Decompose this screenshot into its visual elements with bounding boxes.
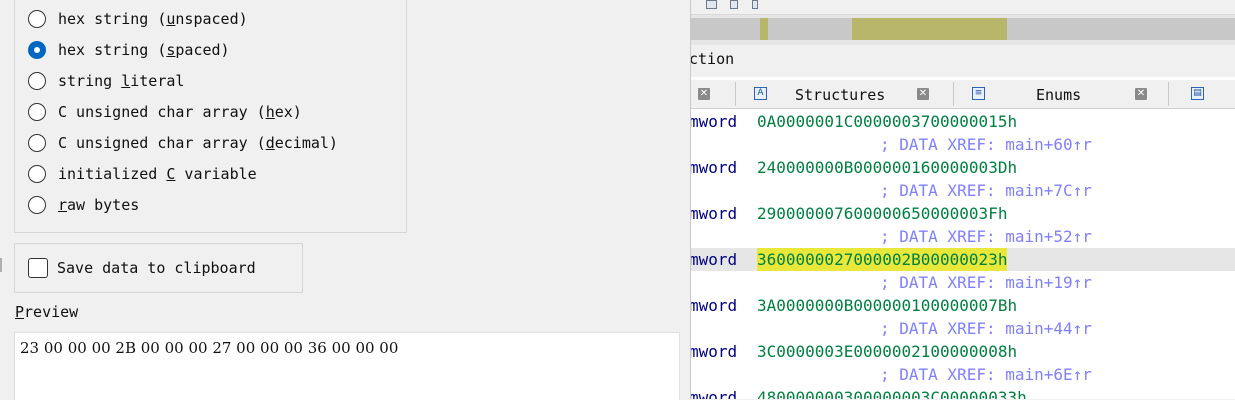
directive-keyword: mword (690, 250, 738, 269)
data-definition-row[interactable]: mword 3600000027000002B00000023h (690, 248, 1235, 271)
radio-button[interactable] (28, 10, 46, 28)
radio-button[interactable] (28, 134, 46, 152)
format-option-label[interactable]: hex string (unspaced) (58, 10, 248, 28)
tab-divider (1168, 82, 1169, 106)
preview-title: Preview (15, 303, 78, 321)
data-value[interactable]: 3600000027000002B00000023h (757, 248, 1008, 271)
radio-button[interactable] (28, 72, 46, 90)
directive-keyword: mword (690, 342, 738, 361)
xref-comment-row[interactable]: ; DATA XREF: main+44↑r (690, 317, 1235, 340)
xref-comment[interactable]: ; DATA XREF: main+19↑r (880, 271, 1092, 294)
close-icon[interactable]: ✕ (917, 88, 929, 100)
preview-box[interactable]: 23 00 00 00 2B 00 00 00 27 00 00 00 36 0… (14, 332, 680, 400)
tab-label: Structures (795, 86, 886, 104)
clipboard-group: Save data to clipboard (14, 243, 303, 293)
data-value[interactable]: 0A0000001C0000003700000015h (757, 110, 1017, 133)
xref-comment[interactable]: ; DATA XREF: main+7C↑r (880, 179, 1092, 202)
xref-comment-row[interactable]: ; DATA XREF: main+52↑r (690, 225, 1235, 248)
directive-keyword: mword (690, 388, 738, 399)
ida-toolbar (690, 0, 1235, 14)
xref-comment-row[interactable]: ; DATA XREF: main+6E↑r (690, 363, 1235, 386)
format-option-label[interactable]: C unsigned char array (hex) (58, 103, 302, 121)
navigation-band[interactable] (690, 14, 1235, 45)
data-definition-row[interactable]: mword 480000000300000003C00000033h (690, 386, 1235, 399)
radio-button[interactable] (28, 196, 46, 214)
tab-imports[interactable]: ▤ (1175, 80, 1235, 108)
tab-label: Enums (1036, 86, 1082, 104)
preview-title-accel: P (15, 303, 25, 321)
format-option-label[interactable]: raw bytes (58, 196, 139, 214)
format-option-label[interactable]: hex string (spaced) (58, 41, 230, 59)
data-value[interactable]: 3A0000000B000000100000007Bh (757, 294, 1017, 317)
format-option-label[interactable]: initialized C variable (58, 165, 257, 183)
radio-button[interactable] (28, 103, 46, 121)
radio-button[interactable] (28, 165, 46, 183)
xref-comment[interactable]: ; DATA XREF: main+52↑r (880, 225, 1092, 248)
tab-divider (735, 82, 736, 106)
tab-previous[interactable]: ✕ (690, 80, 730, 108)
dialog-edge-marker (0, 258, 2, 272)
tab-structures[interactable]: A Structures ✕ (740, 80, 950, 108)
marker-icon[interactable] (752, 0, 758, 9)
data-value[interactable]: 290000007600000650000003Fh (757, 202, 1007, 225)
data-value[interactable]: 3C0000003E0000002100000008h (757, 340, 1017, 363)
close-icon[interactable]: ✕ (1135, 88, 1147, 100)
xref-comment-row[interactable]: ; DATA XREF: main+60↑r (690, 133, 1235, 156)
section-bar: ction (690, 45, 1235, 77)
directive-keyword: mword (690, 158, 738, 177)
xref-comment[interactable]: ; DATA XREF: main+6E↑r (880, 363, 1092, 386)
xref-comment-row[interactable]: ; DATA XREF: main+7C↑r (690, 179, 1235, 202)
enums-icon: ≡ (972, 87, 985, 100)
ida-tab-bar: ✕ A Structures ✕ ≡ Enums ✕ ▤ (690, 80, 1235, 109)
directive-keyword: mword (690, 296, 738, 315)
data-definition-row[interactable]: mword 3A0000000B000000100000007Bh (690, 294, 1235, 317)
format-option-label[interactable]: C unsigned char array (decimal) (58, 134, 338, 152)
export-format-group: hex string (unspaced) hex string (spaced)… (14, 0, 407, 233)
radio-button[interactable] (28, 41, 46, 59)
xref-comment-row[interactable]: ; DATA XREF: main+19↑r (690, 271, 1235, 294)
directive-keyword: mword (690, 112, 738, 131)
preview-text: 23 00 00 00 2B 00 00 00 27 00 00 00 36 0… (20, 339, 399, 357)
data-definition-row[interactable]: mword 240000000B000000160000003Dh (690, 156, 1235, 179)
imports-icon: ▤ (1191, 87, 1204, 100)
nav-segment (852, 18, 1007, 40)
export-data-dialog: hex string (unspaced) hex string (spaced)… (0, 0, 691, 400)
save-clipboard-checkbox[interactable] (28, 258, 48, 278)
data-value[interactable]: 240000000B000000160000003Dh (757, 156, 1017, 179)
data-definition-row[interactable]: mword 0A0000001C0000003700000015h (690, 110, 1235, 133)
save-clipboard-label[interactable]: Save data to clipboard (57, 259, 256, 277)
navigation-strip[interactable] (690, 18, 1235, 40)
preview-title-rest: review (24, 303, 79, 321)
data-value[interactable]: 480000000300000003C00000033h (757, 386, 1027, 399)
xref-comment[interactable]: ; DATA XREF: main+44↑r (880, 317, 1092, 340)
tab-enums[interactable]: ≡ Enums ✕ (960, 80, 1160, 108)
tab-divider (953, 82, 954, 106)
structures-icon: A (754, 87, 767, 100)
flag-icon[interactable] (730, 0, 738, 9)
ida-disassembly-window: ction ✕ A Structures ✕ ≡ Enums ✕ ▤ mword… (690, 0, 1235, 399)
list-icon[interactable] (706, 0, 717, 9)
disassembly-listing[interactable]: mword 0A0000001C0000003700000015h; DATA X… (690, 110, 1235, 399)
data-definition-row[interactable]: mword 290000007600000650000003Fh (690, 202, 1235, 225)
close-icon[interactable]: ✕ (698, 88, 710, 100)
format-option-label[interactable]: string literal (58, 72, 184, 90)
data-definition-row[interactable]: mword 3C0000003E0000002100000008h (690, 340, 1235, 363)
nav-segment (760, 18, 768, 40)
section-label: ction (690, 50, 735, 68)
xref-comment[interactable]: ; DATA XREF: main+60↑r (880, 133, 1092, 156)
directive-keyword: mword (690, 204, 738, 223)
